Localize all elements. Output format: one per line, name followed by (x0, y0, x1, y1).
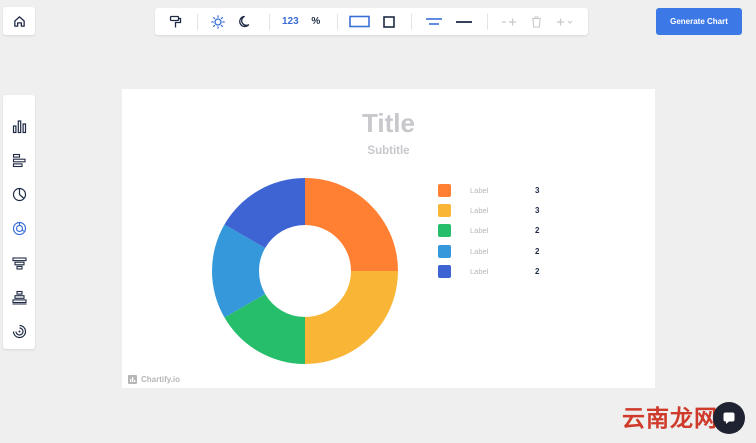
chat-button[interactable] (713, 402, 745, 434)
toolbar-divider (196, 13, 198, 30)
legend-item[interactable]: Label 2 (438, 241, 539, 261)
legend-item[interactable]: Label 2 (438, 221, 539, 241)
chart-type-sidebar (3, 95, 35, 349)
site-watermark: 云南龙网 (622, 406, 718, 432)
toolbar-divider (486, 13, 488, 30)
legend-swatch (438, 224, 451, 238)
number-format-button[interactable]: 123 (280, 8, 302, 35)
plus-dropdown-icon (557, 18, 573, 25)
square-icon (383, 15, 395, 28)
donut-slice-0[interactable] (305, 178, 398, 271)
landscape-rectangle-icon (349, 15, 370, 28)
sidebar-item-horizontal-bar-chart[interactable] (3, 143, 35, 177)
home-button[interactable] (3, 7, 35, 35)
chart-subtitle[interactable]: Subtitle (122, 145, 655, 157)
pyramid-chart-icon (11, 290, 27, 305)
legend-label: Label (470, 205, 489, 215)
sidebar-item-pie-chart[interactable] (3, 178, 35, 212)
legend-item[interactable]: Label 3 (438, 180, 539, 200)
chart-legend: Label 3 Label 3 Label 2 Label 2 Label 2 (438, 180, 539, 281)
add-series-icon (502, 18, 517, 25)
radial-chart-icon (12, 325, 26, 339)
legend-label: Label (470, 266, 489, 276)
donut-chart-icon (12, 222, 26, 236)
trash-icon (532, 15, 542, 28)
chart-title[interactable]: Title (122, 108, 655, 139)
legend-item[interactable]: Label 2 (438, 261, 539, 281)
legend-value: 2 (535, 226, 540, 236)
legend-swatch (438, 203, 451, 217)
donut-chart (212, 178, 398, 364)
paint-roller-icon (170, 15, 182, 27)
legend-swatch (438, 244, 451, 258)
watermark-text: Chartify.io (141, 375, 180, 384)
line-style-button[interactable] (451, 8, 476, 35)
landscape-canvas-button[interactable] (348, 8, 372, 35)
legend-swatch (438, 264, 451, 278)
sun-icon (211, 14, 226, 29)
legend-label: Label (470, 185, 489, 195)
funnel-chart-icon (11, 257, 27, 270)
legend-swatch (438, 183, 451, 197)
chartify-watermark: Chartify.io (128, 375, 180, 384)
dark-theme-button[interactable] (233, 8, 258, 35)
align-center-icon (426, 17, 443, 25)
legend-value: 2 (535, 266, 540, 276)
sidebar-item-donut-chart[interactable] (3, 212, 35, 246)
moon-icon (239, 15, 250, 28)
square-canvas-button[interactable] (377, 8, 401, 35)
align-center-button[interactable] (422, 8, 447, 35)
light-theme-button[interactable] (208, 8, 230, 35)
top-toolbar: 123 % (155, 8, 588, 35)
donut-slice-1[interactable] (305, 271, 398, 364)
legend-value: 3 (535, 185, 540, 195)
toolbar-divider (268, 13, 270, 30)
add-series-button[interactable] (498, 8, 522, 35)
legend-label: Label (470, 226, 489, 236)
percent-format-button[interactable]: % (305, 8, 327, 35)
paint-roller-button[interactable] (165, 8, 187, 35)
add-dropdown-button[interactable] (553, 8, 578, 35)
home-icon (13, 15, 25, 27)
bar-chart-icon (12, 120, 26, 133)
generate-chart-button[interactable]: Generate Chart (656, 8, 742, 35)
chat-icon (723, 412, 735, 424)
chartify-logo-icon (128, 375, 137, 384)
toolbar-divider (410, 13, 412, 30)
chart-canvas[interactable]: Title Subtitle Label 3 Label 3 Label 2 L… (122, 89, 655, 388)
toolbar-divider (336, 13, 338, 30)
sidebar-item-funnel-chart[interactable] (3, 246, 35, 280)
sidebar-item-radial-chart[interactable] (3, 315, 35, 349)
line-icon (455, 20, 472, 23)
legend-label: Label (470, 246, 489, 256)
legend-value: 2 (535, 246, 540, 256)
legend-item[interactable]: Label 3 (438, 200, 539, 220)
legend-value: 3 (535, 205, 540, 215)
sidebar-item-pyramid-chart[interactable] (3, 280, 35, 314)
delete-button[interactable] (525, 8, 549, 35)
sidebar-item-bar-chart[interactable] (3, 109, 35, 143)
pie-chart-icon (12, 188, 26, 202)
horizontal-bar-chart-icon (12, 153, 26, 167)
